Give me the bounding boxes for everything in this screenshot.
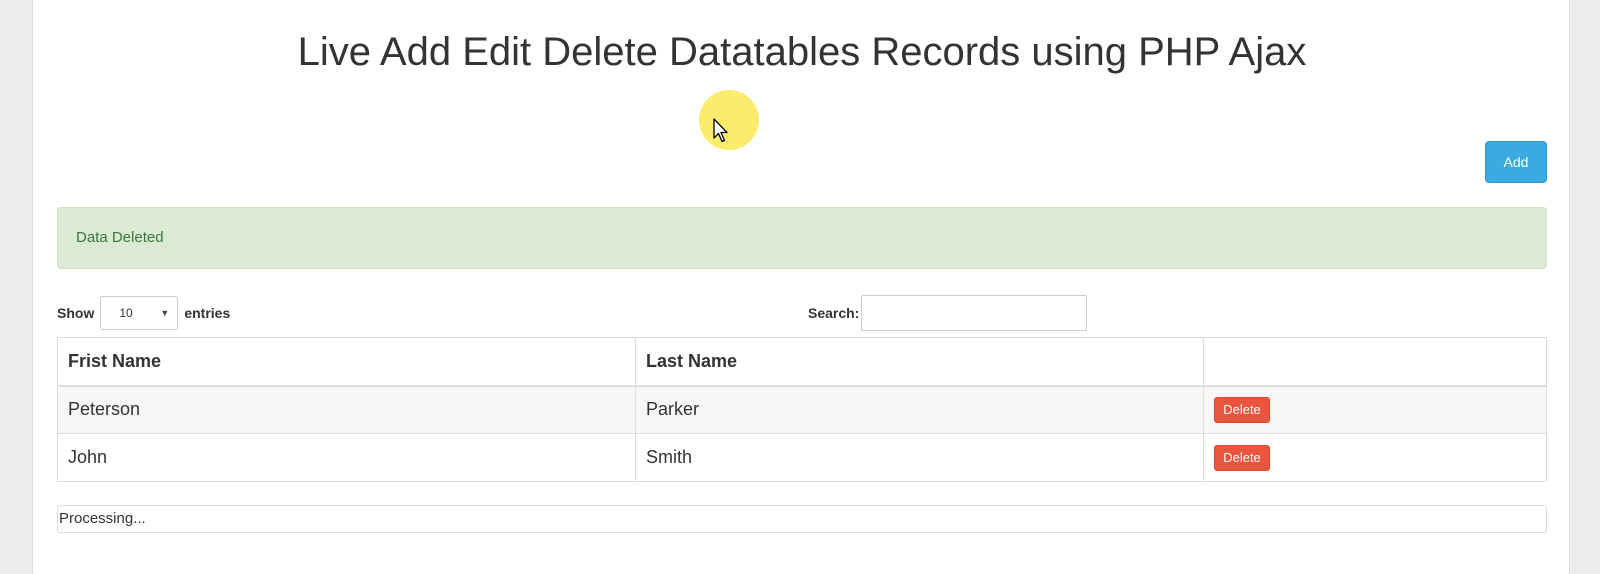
table-header-row: Frist Name Last Name xyxy=(57,337,1547,387)
cell-last-name[interactable]: Parker xyxy=(635,385,1204,434)
success-alert: Data Deleted xyxy=(57,207,1547,269)
cell-first-name[interactable]: John xyxy=(57,433,636,482)
column-header-first-name[interactable]: Frist Name xyxy=(57,337,636,387)
processing-indicator: Processing... xyxy=(57,505,1547,533)
records-table: Frist Name Last Name Peterson Parker Del… xyxy=(57,337,1547,482)
page-container: Live Add Edit Delete Datatables Records … xyxy=(32,0,1570,574)
search-label: Search: xyxy=(808,305,860,321)
cell-first-name[interactable]: Peterson xyxy=(57,385,636,434)
delete-button[interactable]: Delete xyxy=(1214,444,1270,471)
column-header-last-name[interactable]: Last Name xyxy=(635,337,1204,387)
entries-label: entries xyxy=(184,305,231,321)
add-button[interactable]: Add xyxy=(1485,141,1547,183)
entries-length-control: Show 10 ▼ entries xyxy=(57,296,230,330)
cell-actions: Delete xyxy=(1203,385,1547,434)
cell-last-name[interactable]: Smith xyxy=(635,433,1204,482)
table-row: John Smith Delete xyxy=(57,433,1547,482)
entries-per-page-select[interactable]: 10 ▼ xyxy=(100,296,179,330)
table-row: Peterson Parker Delete xyxy=(57,385,1547,434)
page-title: Live Add Edit Delete Datatables Records … xyxy=(297,30,1307,74)
cell-actions: Delete xyxy=(1203,433,1547,482)
column-header-actions xyxy=(1203,337,1547,387)
chevron-down-icon: ▼ xyxy=(160,308,170,318)
entries-select-value: 10 xyxy=(119,306,133,320)
delete-button[interactable]: Delete xyxy=(1214,396,1270,423)
search-input[interactable] xyxy=(861,295,1088,331)
show-label: Show xyxy=(57,305,95,321)
mouse-cursor-icon xyxy=(713,118,728,143)
search-filter: Search: xyxy=(808,295,1088,331)
